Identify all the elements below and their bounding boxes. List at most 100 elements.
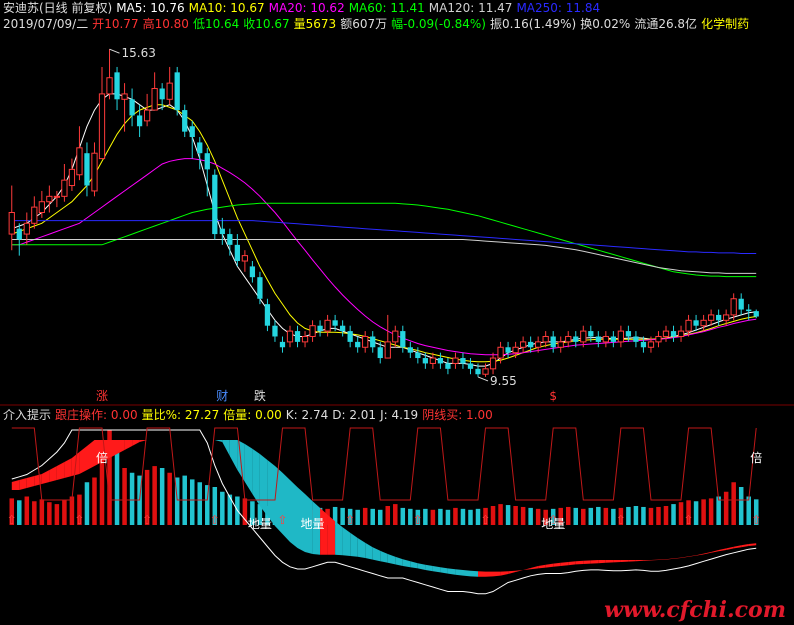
candle-body [53,195,61,198]
candle-body [8,212,15,235]
up-arrow-icon: ⇧ [210,513,220,527]
candle-body [535,341,542,348]
candle-body [655,335,662,343]
volume-ratio-bar [17,500,22,525]
candle-body [475,368,481,375]
volume-ratio-bar [189,479,195,525]
candle-body [98,93,106,160]
trend-ribbon-segment [620,560,629,562]
trend-ribbon-segment [402,559,411,568]
stock-chart: 15.639.55涨财跌 $⇧ ⇧ ⇧ ⇧ ⇧ ⇧ ⇧ ⇧ ⇧ ⇧ ⇧ ⇧倍地量 地量 地量倍 [0,46,794,595]
trend-ribbon-segment [282,472,290,542]
volume-ratio-bar [114,449,120,525]
trend-ribbon-segment [711,550,719,553]
indicator-label-3: 地量 [541,517,565,531]
trend-ribbon-segment [741,544,749,548]
volume-ratio-bar [641,506,646,525]
event-marker-1: 财 [216,389,228,403]
candle-body [528,341,534,348]
candle-body [633,336,639,342]
volume-ratio-bar [430,509,436,525]
volume-ratio-bar [663,506,669,525]
up-arrow-icon: ⇧ [345,513,355,527]
candle-body [746,309,752,312]
candle-body [301,335,309,343]
volume-ratio-bar [167,472,172,525]
candle-body [84,153,90,186]
volume-ratio-bar [731,482,736,525]
trend-ribbon-segment [515,570,524,572]
volume-ratio-bar [603,507,609,525]
candle-body [685,319,692,332]
trend-ribbon-segment [79,446,87,474]
trend-ribbon-segment [447,568,456,575]
volume-ratio-bar [54,504,60,525]
volume-ratio-bar [588,507,594,525]
trend-ribbon-segment [229,440,238,470]
trend-ribbon-segment [342,527,351,556]
candle-body [106,77,113,95]
candle-body [324,319,331,332]
indicator-label-2: 地量 [301,517,325,531]
candle-body [557,341,564,348]
trend-ribbon-segment [560,562,569,566]
candle-body [16,228,22,240]
candle-body [662,330,670,337]
candle-body [219,228,225,235]
high-pointer [109,48,120,54]
candle-body [197,142,203,154]
volume-ratio-bar [84,482,90,525]
candle-body [595,336,601,342]
volume-ratio-bar [693,501,699,525]
candle-body [542,335,549,343]
trend-ribbon-segment [748,543,757,546]
trend-ribbon-segment [651,559,659,561]
trend-ribbon-segment [410,561,418,569]
trend-ribbon-segment [733,545,742,549]
volume-ratio-bar [648,507,654,525]
trend-ribbon-segment [132,440,140,446]
candle-body [753,311,759,317]
trend-ribbon-segment [49,466,57,482]
volume-ratio-bar [152,466,157,525]
candle-body [272,325,278,337]
candle-body [505,347,511,353]
trend-ribbon-segment [658,559,666,560]
volume-ratio-bar [32,501,37,525]
trend-ribbon-segment [455,569,463,576]
volume-ratio-bar [596,506,601,525]
volume-ratio-bar [438,508,443,525]
candle-body [512,346,519,354]
indicator-label-0: 倍 [96,450,108,465]
trend-ribbon-segment [41,470,50,484]
volume-ratio-bar [513,506,518,525]
up-arrow-icon: ⇧ [751,513,761,527]
trend-ribbon-segment [320,508,328,555]
candle-body [23,222,30,235]
trend-ribbon-segment [696,553,704,556]
volume-ratio-bar [24,496,30,525]
event-marker-0: 涨 [96,388,108,403]
candle-body [136,115,143,127]
volume-ratio-bar [122,468,127,525]
trend-ribbon-segment [34,474,42,486]
candle-body [730,298,737,316]
volume-ratio-bar [220,491,225,525]
ma-line-MA120 [11,239,757,274]
candle-body [227,234,233,245]
trend-ribbon-segment [553,562,561,567]
trend-ribbon-segment [613,560,621,563]
volume-ratio-bar [377,509,383,525]
trend-ribbon-segment [124,440,133,450]
candle-body [279,341,286,348]
trend-ribbon-segment [372,547,381,562]
volume-ratio-bar [490,506,496,525]
candle-body [610,336,616,342]
trend-ribbon-segment [365,542,373,560]
candle-body [580,330,587,343]
up-arrow-icon: ⇧ [480,513,490,527]
volume-ratio-bar [581,508,586,525]
volume-ratio-bar [498,504,503,525]
trend-ribbon-segment [463,570,471,577]
volume-ratio-bar [468,509,473,525]
